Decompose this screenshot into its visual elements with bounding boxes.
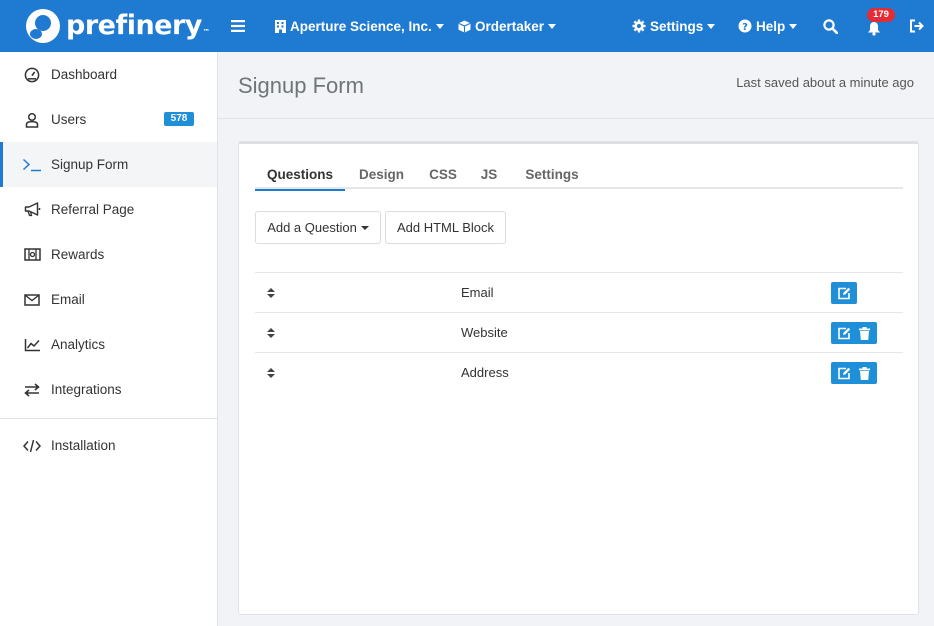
sidebar-item-label: Rewards (51, 247, 105, 262)
sidebar-item-label: Installation (51, 438, 116, 453)
code-icon (22, 436, 42, 456)
project-dropdown[interactable]: Ordertaker (458, 0, 557, 52)
add-question-label: Add a Question (267, 220, 357, 235)
cube-icon (458, 20, 471, 33)
sidebar-item-users[interactable]: Users 578 (0, 97, 217, 142)
bell-icon (868, 21, 880, 36)
page-header: Signup Form Last saved about a minute ag… (218, 52, 934, 119)
tab-settings[interactable]: Settings (524, 160, 580, 189)
sidebar-item-dashboard[interactable]: Dashboard (0, 52, 217, 97)
user-icon (22, 110, 42, 130)
sidebar-item-referral-page[interactable]: Referral Page (0, 187, 217, 232)
logo-icon (26, 9, 60, 43)
chevron-down-icon (435, 23, 444, 29)
page-title: Signup Form (238, 73, 364, 98)
edit-button[interactable] (834, 282, 854, 304)
sidebar-item-email[interactable]: Email (0, 277, 217, 322)
sidebar-item-installation[interactable]: Installation (0, 423, 217, 468)
tab-js[interactable]: JS (479, 160, 499, 189)
question-row-email: Email (255, 272, 903, 312)
delete-button[interactable] (854, 322, 874, 344)
tab-css[interactable]: CSS (428, 160, 458, 189)
sidebar: Dashboard Users 578 Signup Form Referral… (0, 52, 218, 626)
brand-name: prefinery™ (66, 10, 210, 41)
add-question-dropdown-button[interactable]: Add a Question (255, 211, 381, 244)
questions-list: Email Website Address (255, 272, 903, 392)
edit-icon (838, 367, 851, 379)
search-icon (823, 18, 838, 34)
signup-form-panel: Questions Design CSS JS Settings Add a Q… (238, 141, 919, 615)
company-name: Aperture Science, Inc. (290, 18, 432, 34)
question-actions (831, 322, 877, 344)
prefinery-logo[interactable]: prefinery™ (26, 8, 210, 44)
sort-handle-icon[interactable] (265, 326, 277, 340)
sidebar-item-label: Analytics (51, 337, 106, 352)
exchange-icon (22, 380, 42, 400)
sort-handle-icon[interactable] (265, 286, 277, 300)
trash-icon (858, 366, 870, 380)
chevron-down-icon (707, 23, 716, 29)
settings-label: Settings (650, 18, 704, 34)
chart-icon (22, 335, 42, 355)
sidebar-item-label: Dashboard (51, 67, 118, 82)
company-dropdown[interactable]: Aperture Science, Inc. (275, 0, 444, 52)
sidebar-item-label: Email (51, 292, 85, 307)
question-row-address: Address (255, 352, 903, 392)
rewards-icon (22, 245, 42, 265)
add-html-block-label: Add HTML Block (396, 220, 495, 235)
sidebar-divider (0, 418, 217, 419)
sort-handle-icon[interactable] (265, 366, 277, 380)
sidebar-item-rewards[interactable]: Rewards (0, 232, 217, 277)
sign-out-button[interactable] (909, 0, 924, 52)
envelope-icon (22, 290, 42, 310)
terminal-icon (22, 155, 42, 175)
last-saved-status: Last saved about a minute ago (736, 75, 914, 90)
building-icon (275, 19, 286, 33)
edit-icon (838, 327, 851, 339)
tab-questions[interactable]: Questions (255, 160, 345, 191)
top-navbar: prefinery™ Aperture Science, Inc. Ordert… (0, 0, 934, 52)
chevron-down-icon (548, 23, 557, 29)
question-circle-icon: ? (738, 19, 752, 33)
edit-button[interactable] (834, 362, 854, 384)
question-name: Website (461, 325, 508, 340)
sidebar-item-label: Integrations (51, 382, 122, 397)
question-actions (831, 362, 877, 384)
sidebar-item-signup-form[interactable]: Signup Form (0, 142, 217, 187)
edit-button[interactable] (834, 322, 854, 344)
sidebar-item-label: Referral Page (51, 202, 135, 217)
megaphone-icon (22, 200, 42, 220)
hamburger-icon (231, 20, 245, 32)
sidebar-item-integrations[interactable]: Integrations (0, 367, 217, 412)
menu-toggle-button[interactable] (231, 0, 245, 52)
help-label: Help (756, 18, 786, 34)
help-dropdown[interactable]: ? Help (738, 0, 798, 52)
sidebar-item-analytics[interactable]: Analytics (0, 322, 217, 367)
question-name: Email (461, 285, 494, 300)
chevron-down-icon (360, 225, 369, 230)
add-html-block-button[interactable]: Add HTML Block (385, 211, 506, 244)
edit-icon (838, 287, 851, 299)
settings-dropdown[interactable]: Settings (632, 0, 716, 52)
trash-icon (858, 326, 870, 340)
dashboard-icon (22, 65, 42, 85)
gear-icon (632, 19, 646, 33)
delete-button[interactable] (854, 362, 874, 384)
notification-count-badge: 179 (867, 8, 895, 22)
sidebar-item-label: Signup Form (51, 157, 129, 172)
question-row-website: Website (255, 312, 903, 352)
sidebar-item-label: Users (51, 112, 87, 127)
question-actions (831, 282, 857, 304)
sign-out-icon (910, 19, 924, 33)
users-count-badge: 578 (164, 112, 194, 126)
question-name: Address (461, 365, 509, 380)
tab-design[interactable]: Design (359, 160, 404, 189)
search-button[interactable] (823, 0, 838, 52)
chevron-down-icon (789, 23, 798, 29)
svg-text:?: ? (742, 22, 748, 33)
project-name: Ordertaker (475, 18, 545, 34)
form-tabs: Questions Design CSS JS Settings (255, 160, 903, 191)
